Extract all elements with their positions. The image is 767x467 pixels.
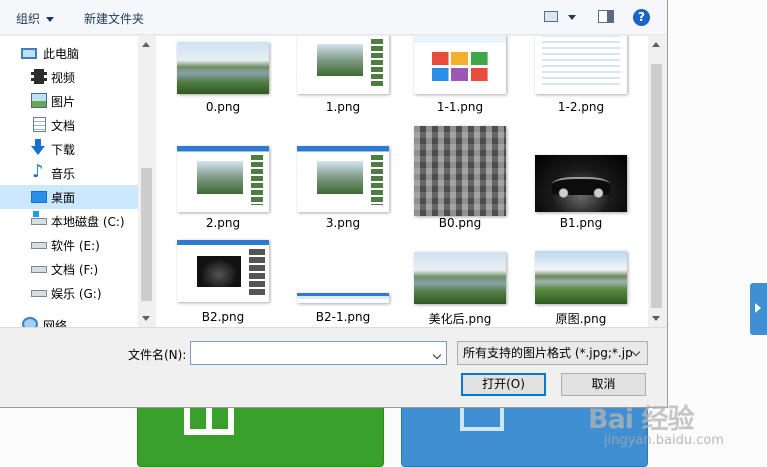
nav-item-label: 文档 (F:) <box>51 263 99 277</box>
file-item[interactable]: 0.png <box>164 36 282 144</box>
file-type-filter[interactable]: 所有支持的图片格式 (*.jpg;*.jp <box>457 341 648 365</box>
file-name: 0.png <box>205 100 241 114</box>
nav-item-label: 桌面 <box>51 191 76 205</box>
organize-label: 组织 <box>16 12 41 26</box>
side-expand-tab[interactable] <box>750 283 767 335</box>
chevron-down-icon <box>46 17 55 22</box>
image-thumbnail <box>297 36 389 94</box>
file-name: 1-2.png <box>557 100 605 114</box>
screen: 组织 新建文件夹 ? 此电脑 视频 图片 文档 下载 ♪ 音乐 桌面 本地磁盘 … <box>0 0 767 467</box>
scroll-thumb[interactable] <box>651 64 662 308</box>
image-thumbnail <box>177 42 269 94</box>
pictures-folder-icon <box>31 93 47 108</box>
drive-icon <box>31 266 47 273</box>
image-thumbnail <box>535 36 627 94</box>
help-icon[interactable]: ? <box>633 9 650 26</box>
file-item[interactable]: 1-2.png <box>522 36 640 144</box>
filename-label: 文件名(N): <box>128 348 187 362</box>
file-item[interactable]: B2-1.png <box>284 240 402 327</box>
image-thumbnail <box>414 252 506 304</box>
nav-item-label: 文档 <box>51 119 76 133</box>
download-arrow-icon <box>31 139 45 155</box>
file-name: 2.png <box>205 216 241 230</box>
file-item[interactable]: 原图.png <box>522 240 640 327</box>
file-name: B0.png <box>438 216 482 230</box>
scroll-thumb[interactable] <box>141 168 152 301</box>
view-options-chevron-icon[interactable] <box>568 15 576 20</box>
desktop-icon <box>31 191 47 203</box>
nav-item-documents[interactable]: 文档 <box>0 113 138 137</box>
nav-item-label: 网络 <box>43 319 68 327</box>
nav-item-downloads[interactable]: 下载 <box>0 137 138 161</box>
view-mode-icon[interactable] <box>544 11 558 22</box>
file-name: B2.png <box>201 310 245 324</box>
file-list-scrollbar[interactable] <box>648 36 665 327</box>
nav-item-label: 视频 <box>51 71 76 85</box>
file-name: 1.png <box>325 100 361 114</box>
image-thumbnail <box>297 293 389 303</box>
drive-icon <box>31 242 47 249</box>
nav-item-label: 娱乐 (G:) <box>51 287 102 301</box>
file-list: 0.png 1.png 1-1.png 1-2.png 2.png 3.png <box>156 36 648 327</box>
nav-item-videos[interactable]: 视频 <box>0 65 138 89</box>
open-button[interactable]: 打开(O) <box>461 373 546 396</box>
preview-pane-icon[interactable] <box>598 10 614 23</box>
file-name: 1-1.png <box>436 100 484 114</box>
nav-item-label: 音乐 <box>51 167 76 181</box>
scroll-down-icon[interactable] <box>142 316 150 321</box>
dialog-footer: 文件名(N): 所有支持的图片格式 (*.jpg;*.jp 打开(O) 取消 <box>0 327 667 407</box>
file-item[interactable]: 1.png <box>284 36 402 144</box>
file-name: B1.png <box>559 216 603 230</box>
nav-item-drive-g[interactable]: 娱乐 (G:) <box>0 281 138 305</box>
new-folder-button[interactable]: 新建文件夹 <box>84 10 144 27</box>
navigation-pane: 此电脑 视频 图片 文档 下载 ♪ 音乐 桌面 本地磁盘 (C:) 软件 (E:… <box>0 36 155 327</box>
baidu-jingyan-watermark: Bai 经验 <box>588 404 694 435</box>
scroll-up-icon[interactable] <box>652 42 660 47</box>
nav-item-label: 此电脑 <box>43 47 80 61</box>
nav-item-label: 图片 <box>51 95 76 109</box>
image-thumbnail <box>535 155 627 212</box>
file-item[interactable]: B2.png <box>164 240 282 327</box>
nav-item-music[interactable]: ♪ 音乐 <box>0 161 138 185</box>
nav-item-pictures[interactable]: 图片 <box>0 89 138 113</box>
documents-folder-icon <box>33 117 46 132</box>
network-icon <box>22 317 38 327</box>
toolbar: 组织 新建文件夹 ? <box>0 0 667 35</box>
file-name: B2-1.png <box>315 310 371 324</box>
image-thumbnail <box>177 146 269 212</box>
nav-item-desktop[interactable]: 桌面 <box>0 185 138 209</box>
scroll-up-icon[interactable] <box>142 42 150 47</box>
filename-input[interactable] <box>190 341 447 365</box>
cancel-button[interactable]: 取消 <box>561 373 646 396</box>
nav-scrollbar[interactable] <box>138 36 155 327</box>
nav-item-label: 软件 (E:) <box>51 239 100 253</box>
drive-icon <box>31 290 47 297</box>
image-thumbnail <box>414 36 506 94</box>
file-name: 美化后.png <box>428 312 492 326</box>
nav-item-drive-f[interactable]: 文档 (F:) <box>0 257 138 281</box>
organize-button[interactable]: 组织 <box>16 10 55 27</box>
computer-icon <box>21 48 37 59</box>
scroll-down-icon[interactable] <box>652 316 660 321</box>
image-thumbnail <box>414 126 506 216</box>
image-thumbnail <box>535 251 627 304</box>
video-folder-icon <box>31 69 47 84</box>
system-drive-icon <box>31 211 47 225</box>
nav-item-label: 本地磁盘 (C:) <box>51 215 125 229</box>
nav-item-this-pc[interactable]: 此电脑 <box>0 41 138 65</box>
file-name: 原图.png <box>555 312 607 326</box>
file-name: 3.png <box>325 216 361 230</box>
open-file-dialog: 组织 新建文件夹 ? 此电脑 视频 图片 文档 下载 ♪ 音乐 桌面 本地磁盘 … <box>0 0 668 408</box>
nav-item-drive-e[interactable]: 软件 (E:) <box>0 233 138 257</box>
file-item[interactable]: 美化后.png <box>401 240 519 327</box>
image-thumbnail <box>297 146 389 212</box>
nav-item-drive-c[interactable]: 本地磁盘 (C:) <box>0 209 138 233</box>
watermark-url: jingyan.baidu.com <box>604 433 724 448</box>
music-note-icon: ♪ <box>32 161 44 182</box>
image-thumbnail <box>177 240 269 302</box>
nav-item-network[interactable]: 网络 <box>0 313 138 327</box>
nav-item-label: 下载 <box>51 143 76 157</box>
